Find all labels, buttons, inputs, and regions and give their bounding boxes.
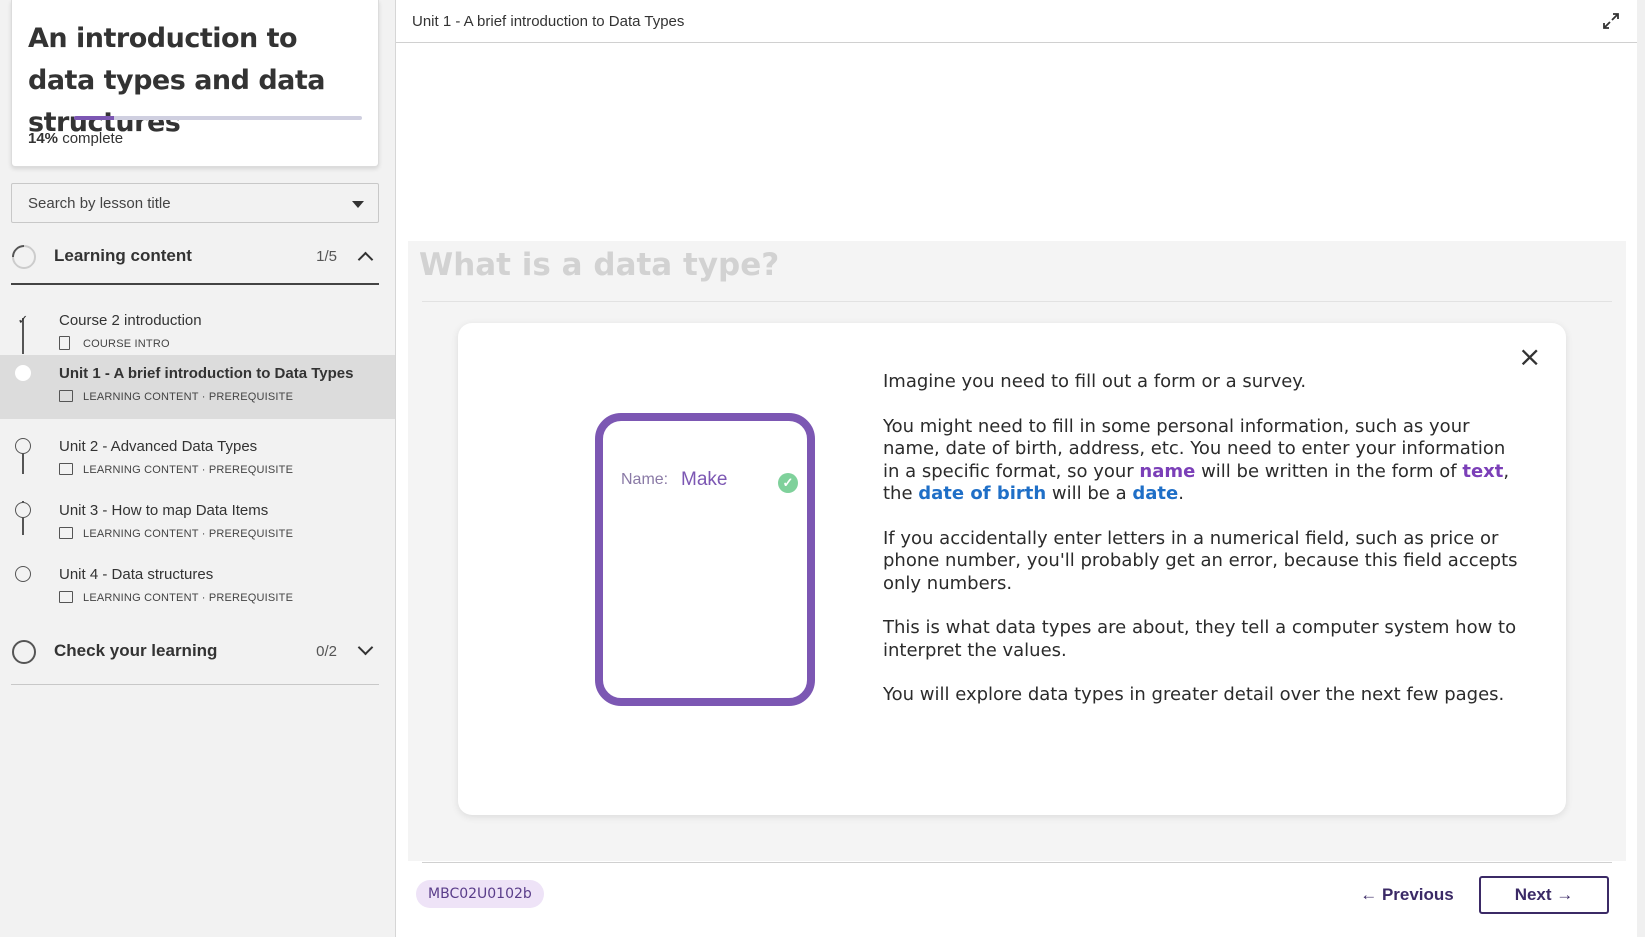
lesson-item-unit-4[interactable]: Unit 4 - Data structures LEARNING CONTEN… xyxy=(0,556,395,620)
illustration-field-label: Name: xyxy=(621,471,669,488)
expand-icon[interactable] xyxy=(1602,12,1620,30)
course-progress-text: 14% complete xyxy=(28,130,123,147)
empty-circle-icon xyxy=(12,640,36,664)
page-scrollbar[interactable] xyxy=(1637,0,1645,937)
lesson-item-unit-2[interactable]: Unit 2 - Advanced Data Types LEARNING CO… xyxy=(0,428,395,492)
lesson-title: Unit 3 - How to map Data Items xyxy=(59,502,269,519)
close-icon[interactable]: × xyxy=(1518,343,1541,371)
course-progress-fill xyxy=(74,116,115,120)
section-title: Learning content xyxy=(54,246,192,265)
highlight-date: date xyxy=(1132,483,1179,504)
lesson-search-placeholder: Search by lesson title xyxy=(28,195,171,212)
checkmark-icon: ✓ xyxy=(17,312,29,327)
progress-percent: 14% xyxy=(28,130,59,147)
paragraph-2-text: . xyxy=(1178,483,1184,504)
section-header-learning-content[interactable]: Learning content 1/5 xyxy=(7,232,379,284)
current-lesson-marker-icon xyxy=(15,365,31,381)
progress-ring-icon xyxy=(7,240,41,274)
paragraph-2: You might need to fill in some personal … xyxy=(883,416,1523,506)
paragraph-5: You will explore data types in greater d… xyxy=(883,684,1505,705)
lesson-item-unit-3[interactable]: Unit 3 - How to map Data Items LEARNING … xyxy=(0,492,395,556)
lesson-meta: LEARNING CONTENT · PREREQUISITE xyxy=(83,592,294,604)
empty-circle-icon xyxy=(15,502,31,518)
highlight-date-of-birth: date of birth xyxy=(918,483,1047,504)
form-illustration: Name: Make ✓ xyxy=(595,413,815,706)
chevron-down-icon[interactable] xyxy=(357,639,374,656)
highlight-name: name xyxy=(1139,460,1196,482)
lesson-title: Unit 4 - Data structures xyxy=(59,566,214,583)
paragraph-3: If you accidentally enter letters in a n… xyxy=(883,527,1518,594)
paragraph-1: Imagine you need to fill out a form or a… xyxy=(883,371,1307,392)
slide-code-badge: MBC02U0102b xyxy=(416,880,544,908)
chevron-up-icon[interactable] xyxy=(357,251,374,268)
slides-icon xyxy=(59,527,73,539)
paragraph-2-text: will be a xyxy=(1046,483,1133,504)
caret-down-icon xyxy=(352,201,364,208)
lesson-title: Unit 1 - A brief introduction to Data Ty… xyxy=(59,365,354,382)
lesson-search-select[interactable]: Search by lesson title xyxy=(11,183,379,223)
check-icon: ✓ xyxy=(778,473,798,493)
section-divider xyxy=(11,684,379,685)
lesson-item-unit-1[interactable]: Unit 1 - A brief introduction to Data Ty… xyxy=(0,355,395,419)
highlight-text: text xyxy=(1462,460,1504,482)
course-progress-bar xyxy=(74,116,362,120)
course-sidebar: An introduction to data types and data s… xyxy=(0,0,395,937)
empty-circle-icon xyxy=(15,438,31,454)
lesson-meta: LEARNING CONTENT · PREREQUISITE xyxy=(83,464,294,476)
course-title: An introduction to data types and data s… xyxy=(28,23,326,138)
progress-suffix: complete xyxy=(58,130,124,147)
section-title: Check your learning xyxy=(54,641,218,660)
next-button[interactable]: Next → xyxy=(1479,876,1609,914)
lesson-title: Unit 2 - Advanced Data Types xyxy=(59,438,258,455)
slides-icon xyxy=(59,390,73,402)
lesson-meta: LEARNING CONTENT · PREREQUISITE xyxy=(83,528,294,540)
footer-divider xyxy=(422,862,1612,863)
slide-title-divider xyxy=(422,301,1612,302)
section-divider xyxy=(11,283,379,285)
empty-circle-icon xyxy=(15,566,31,582)
info-popup: × Name: Make ✓ Imagine you need to fill … xyxy=(458,323,1566,815)
section-count: 0/2 xyxy=(316,643,337,660)
paragraph-2-text: will be written in the form of xyxy=(1195,460,1463,482)
slide-content-area: What is a data type? × Name: Make ✓ Imag… xyxy=(408,241,1626,861)
popup-body-text: Imagine you need to fill out a form or a… xyxy=(883,371,1523,729)
paragraph-4: This is what data types are about, they … xyxy=(883,617,1517,661)
document-icon xyxy=(59,336,70,350)
lesson-header: Unit 1 - A brief introduction to Data Ty… xyxy=(396,0,1638,43)
lesson-breadcrumb: Unit 1 - A brief introduction to Data Ty… xyxy=(412,13,685,30)
lesson-viewer: Unit 1 - A brief introduction to Data Ty… xyxy=(395,0,1638,937)
lesson-title: Course 2 introduction xyxy=(59,312,202,329)
slide-title: What is a data type? xyxy=(419,247,780,283)
illustration-field-value: Make xyxy=(681,469,728,490)
previous-button[interactable]: ← Previous xyxy=(1347,876,1467,914)
section-count: 1/5 xyxy=(316,248,337,265)
section-header-check-your-learning[interactable]: Check your learning 0/2 xyxy=(11,627,379,679)
slides-icon xyxy=(59,463,73,475)
lesson-meta: LEARNING CONTENT · PREREQUISITE xyxy=(83,391,294,403)
lesson-meta: COURSE INTRO xyxy=(83,338,170,350)
slides-icon xyxy=(59,591,73,603)
course-summary-card: An introduction to data types and data s… xyxy=(11,0,379,167)
